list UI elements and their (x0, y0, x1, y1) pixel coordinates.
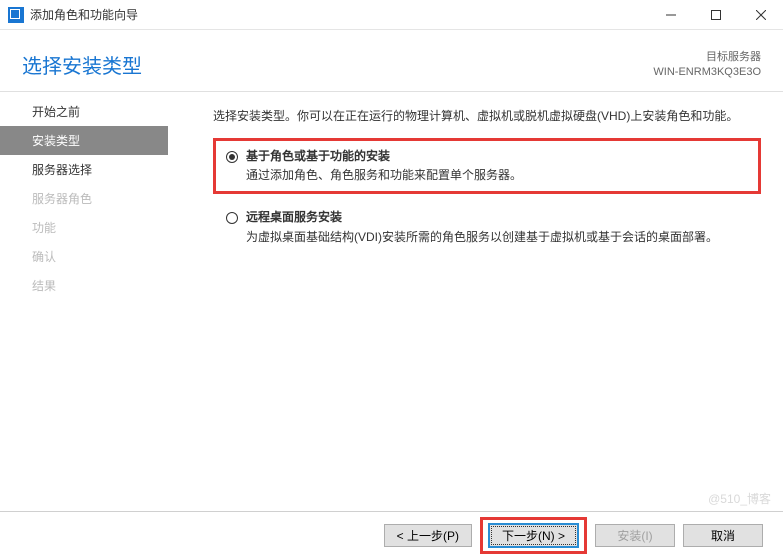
target-server-label: 目标服务器 (653, 50, 761, 65)
content-body: 开始之前 安装类型 服务器选择 服务器角色 功能 确认 结果 选择安装类型。你可… (0, 92, 783, 511)
prev-button[interactable]: < 上一步(P) (384, 524, 472, 547)
target-server-info: 目标服务器 WIN-ENRM3KQ3E3O (653, 50, 761, 81)
intro-text: 选择安装类型。你可以在正在运行的物理计算机、虚拟机或脱机虚拟硬盘(VHD)上安装… (213, 107, 761, 126)
option-role-based[interactable]: 基于角色或基于功能的安装 通过添加角色、角色服务和功能来配置单个服务器。 (213, 138, 761, 194)
option-role-based-desc: 通过添加角色、角色服务和功能来配置单个服务器。 (246, 166, 748, 185)
install-button: 安装(I) (595, 524, 675, 547)
sidebar-item-results: 结果 (0, 271, 168, 300)
window-title: 添加角色和功能向导 (30, 6, 648, 23)
wizard-steps-sidebar: 开始之前 安装类型 服务器选择 服务器角色 功能 确认 结果 (0, 92, 168, 511)
sidebar-item-confirm: 确认 (0, 242, 168, 271)
sidebar-item-server-selection[interactable]: 服务器选择 (0, 155, 168, 184)
radio-remote-desktop[interactable] (226, 212, 238, 224)
option-remote-desktop[interactable]: 远程桌面服务安装 为虚拟桌面基础结构(VDI)安装所需的角色服务以创建基于虚拟机… (213, 202, 761, 252)
next-button[interactable]: 下一步(N) > (489, 524, 578, 547)
window-buttons (648, 0, 783, 29)
header: 选择安装类型 目标服务器 WIN-ENRM3KQ3E3O (0, 30, 783, 92)
watermark: @510_博客 (708, 490, 771, 507)
sidebar-item-server-roles: 服务器角色 (0, 184, 168, 213)
sidebar-item-before-begin[interactable]: 开始之前 (0, 97, 168, 126)
target-server-name: WIN-ENRM3KQ3E3O (653, 65, 761, 80)
main-panel: 选择安装类型。你可以在正在运行的物理计算机、虚拟机或脱机虚拟硬盘(VHD)上安装… (168, 92, 783, 511)
titlebar: 添加角色和功能向导 (0, 0, 783, 30)
radio-role-based[interactable] (226, 151, 238, 163)
maximize-button[interactable] (693, 0, 738, 29)
sidebar-item-features: 功能 (0, 213, 168, 242)
minimize-button[interactable] (648, 0, 693, 29)
next-button-highlight: 下一步(N) > (480, 517, 587, 554)
close-button[interactable] (738, 0, 783, 29)
cancel-button[interactable]: 取消 (683, 524, 763, 547)
option-role-based-title: 基于角色或基于功能的安装 (246, 147, 748, 166)
wizard-icon (8, 7, 24, 23)
option-remote-desktop-title: 远程桌面服务安装 (246, 208, 751, 227)
sidebar-item-install-type[interactable]: 安装类型 (0, 126, 168, 155)
page-title: 选择安装类型 (22, 50, 142, 79)
option-remote-desktop-desc: 为虚拟桌面基础结构(VDI)安装所需的角色服务以创建基于虚拟机或基于会话的桌面部… (246, 228, 751, 247)
footer: < 上一步(P) 下一步(N) > 安装(I) 取消 (0, 511, 783, 559)
